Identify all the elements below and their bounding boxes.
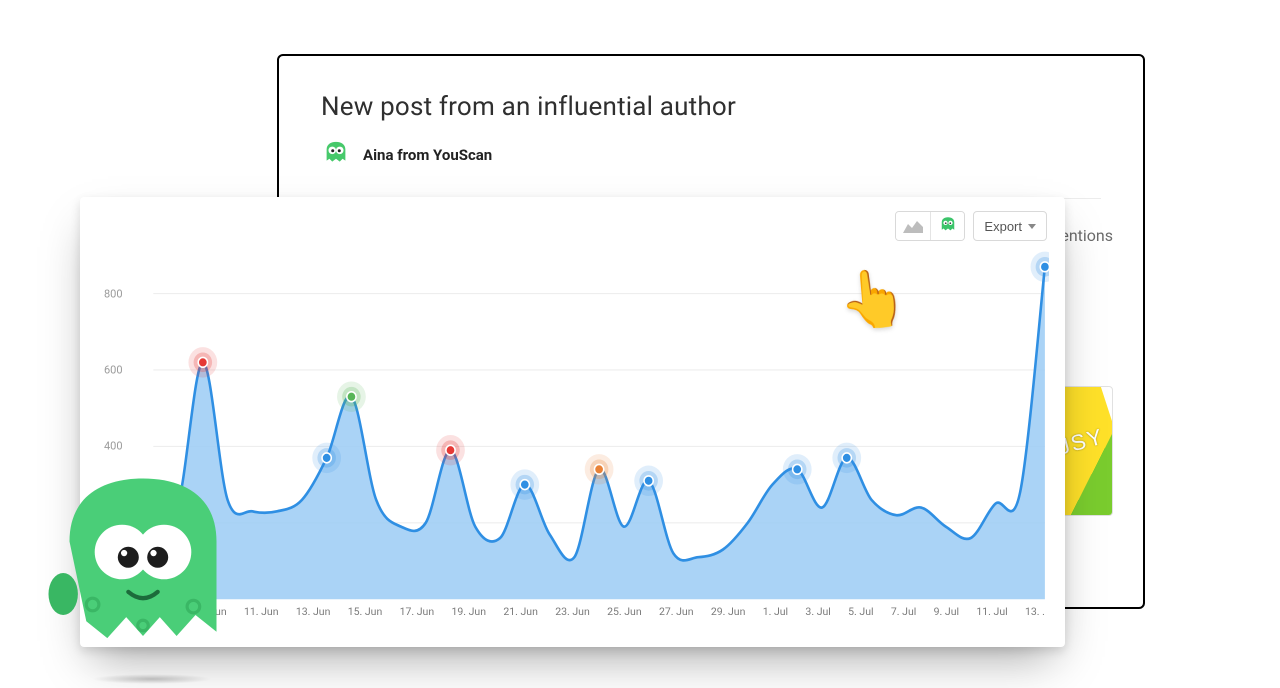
chart-toolbar: Export [895, 211, 1047, 241]
export-button[interactable]: Export [973, 211, 1047, 241]
author-name: Aina from YouScan [363, 146, 492, 164]
chart-card: Export 200400600800 7. Jun9. Jun11. Jun1… [80, 197, 1065, 647]
y-tick: 800 [104, 287, 123, 300]
author-row: Aina from YouScan [321, 140, 1101, 170]
chart-area: 200400600800 7. Jun9. Jun11. Jun13. Jun1… [104, 251, 1049, 621]
chart-mode-toggle [895, 211, 965, 241]
aina-avatar-icon [321, 140, 351, 170]
line-chart [104, 251, 1049, 621]
y-tick: 200 [104, 516, 123, 529]
y-tick: 600 [104, 363, 123, 376]
y-tick: 400 [104, 440, 123, 453]
export-label: Export [984, 219, 1022, 234]
aina-mode-button[interactable] [930, 212, 964, 240]
mascot-shadow [92, 674, 212, 684]
chevron-down-icon [1028, 224, 1036, 229]
notification-title: New post from an influential author [321, 92, 1101, 122]
area-mode-button[interactable] [896, 212, 930, 240]
